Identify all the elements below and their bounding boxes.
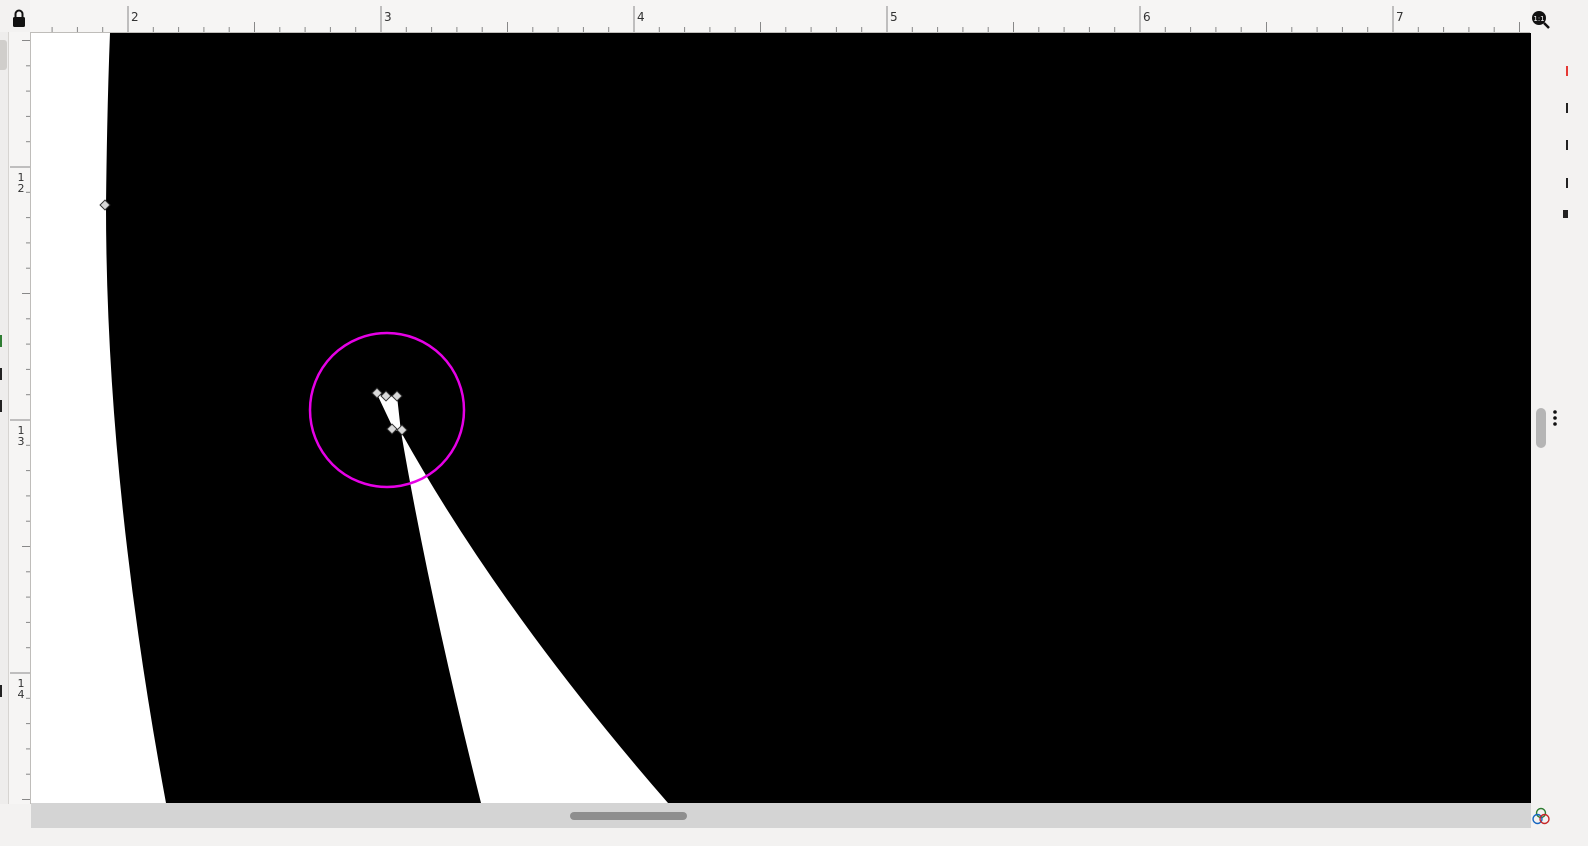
lock-icon[interactable] xyxy=(8,6,30,30)
drawing-canvas[interactable] xyxy=(31,33,1531,803)
svg-text:1:1: 1:1 xyxy=(1533,15,1544,23)
left-panel-mark xyxy=(0,368,2,380)
horizontal-ruler[interactable]: 2 3 4 5 6 7 xyxy=(30,0,1530,33)
vertical-ruler[interactable]: 1 2 1 3 1 4 xyxy=(8,32,31,804)
vertical-dots-icon[interactable] xyxy=(1550,408,1562,428)
panel-mark xyxy=(1566,140,1568,150)
panel-mark xyxy=(1566,178,1568,188)
ruler-label: 1 2 xyxy=(16,172,26,194)
left-panel-handle[interactable] xyxy=(0,40,7,70)
ruler-label: 6 xyxy=(1143,10,1151,24)
ruler-label-digit: 4 xyxy=(17,688,25,701)
left-panel-mark xyxy=(0,400,2,412)
black-shape[interactable] xyxy=(106,33,1531,803)
left-panel-mark xyxy=(0,335,2,347)
ruler-label-digit: 3 xyxy=(17,435,25,448)
zoom-1-1-icon[interactable]: 1:1 xyxy=(1531,8,1551,30)
ruler-label: 2 xyxy=(131,10,139,24)
panel-mark xyxy=(1563,210,1568,218)
panel-mark xyxy=(1566,66,1568,76)
ruler-label: 4 xyxy=(637,10,645,24)
horizontal-scrollbar-thumb[interactable] xyxy=(570,812,687,820)
ruler-label: 3 xyxy=(384,10,392,24)
ruler-label: 7 xyxy=(1396,10,1404,24)
ruler-label-digit: 2 xyxy=(17,182,25,195)
color-circles-icon[interactable] xyxy=(1531,806,1551,826)
ruler-label: 5 xyxy=(890,10,898,24)
ruler-label: 1 4 xyxy=(16,678,26,700)
panel-mark xyxy=(1566,103,1568,113)
left-panel-mark xyxy=(0,685,2,697)
ruler-label: 1 3 xyxy=(16,425,26,447)
vertical-scrollbar-thumb[interactable] xyxy=(1536,408,1546,448)
horizontal-scrollbar[interactable] xyxy=(31,803,1531,828)
